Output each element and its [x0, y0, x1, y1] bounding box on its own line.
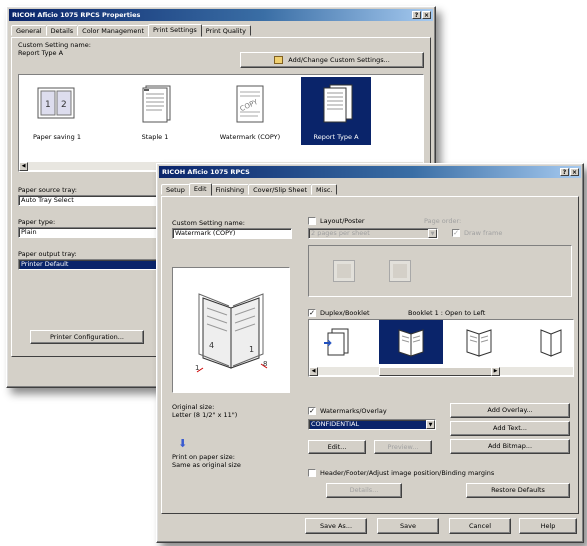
custom-setting-input[interactable]: Watermark (COPY) — [172, 228, 292, 239]
save-button[interactable]: Save — [377, 518, 439, 534]
add-overlay-button[interactable]: Add Overlay... — [450, 403, 570, 418]
draw-frame-checkbox[interactable]: ✓ — [452, 229, 460, 237]
svg-text:1: 1 — [45, 100, 51, 110]
custom-settings-list: 1 2 Paper saving 1 Staple 1 COPY Waterma… — [18, 74, 424, 172]
custom-setting-label: Custom Setting name: — [18, 41, 91, 49]
edit-title-bar[interactable]: RICOH Aficio 1075 RPCS ? × — [159, 166, 581, 178]
add-change-custom-settings-button[interactable]: Add/Change Custom Settings... — [240, 52, 424, 68]
paper-output-select[interactable]: Printer Default ▼ — [18, 259, 168, 270]
print-size-label: Print on paper size: — [172, 453, 235, 461]
save-as-button[interactable]: Save As... — [305, 518, 367, 534]
details-button[interactable]: Details... — [326, 483, 402, 498]
help-icon[interactable]: ? — [412, 11, 421, 19]
edit-settings-window: RICOH Aficio 1075 RPCS ? × Setup Edit Fi… — [156, 163, 584, 543]
horizontal-scrollbar[interactable]: ◀ ▶ — [309, 366, 573, 376]
tab-details[interactable]: Details — [45, 25, 79, 36]
preview-area: 4 1 1 8 — [172, 267, 290, 393]
icon-label: Report Type A — [313, 133, 359, 141]
edit-tabs: Setup Edit Finishing Cover/Slip Sheet Mi… — [161, 183, 338, 196]
icon-label: Staple 1 — [141, 133, 169, 141]
printer-configuration-button[interactable]: Printer Configuration... — [30, 330, 144, 344]
duplex-booklet-checkbox[interactable]: ✓ — [308, 309, 316, 317]
duplex-booklet-label: Duplex/Booklet — [320, 309, 370, 317]
paper-source-label: Paper source tray: — [18, 186, 77, 194]
paper-type-label: Paper type: — [18, 218, 56, 226]
pages-per-sheet-select[interactable]: 2 pages per sheet ▼ — [308, 228, 438, 239]
window-title: RICOH Aficio 1075 RPCS Properties — [12, 11, 141, 19]
watermarks-overlay-label: Watermarks/Overlay — [320, 407, 387, 415]
header-footer-checkbox[interactable] — [308, 469, 316, 477]
tab-general[interactable]: General — [11, 25, 47, 36]
two-up-pages-icon[interactable]: 1 2 — [33, 81, 79, 127]
watermarks-overlay-checkbox[interactable]: ✓ — [308, 407, 316, 415]
booklet-info-label: Booklet 1 : Open to Left — [408, 309, 486, 317]
tab-edit[interactable]: Edit — [188, 183, 212, 196]
booklet-open-right-icon[interactable] — [459, 322, 499, 362]
preview-button[interactable]: Preview... — [374, 440, 432, 454]
booklet-open-left-icon[interactable] — [391, 322, 431, 362]
original-size-value: Letter (8 1/2" x 11") — [172, 411, 238, 419]
booklet-variant-icon[interactable] — [531, 322, 571, 362]
layout-poster-checkbox[interactable] — [308, 217, 316, 225]
page-order-label: Page order: — [424, 217, 462, 225]
booklet-options-list: ◀ ▶ — [308, 319, 574, 377]
paper-output-label: Paper output tray: — [18, 250, 77, 258]
print-size-value: Same as original size — [172, 461, 241, 469]
tab-print-quality[interactable]: Print Quality — [200, 25, 251, 36]
cancel-button[interactable]: Cancel — [449, 518, 511, 534]
tab-print-settings[interactable]: Print Settings — [148, 24, 202, 37]
properties-tabs: General Details Color Management Print S… — [11, 24, 251, 37]
chevron-down-icon[interactable]: ▼ — [426, 420, 435, 429]
tab-setup[interactable]: Setup — [161, 184, 190, 195]
tab-cover-slip-sheet[interactable]: Cover/Slip Sheet — [248, 184, 313, 195]
duplex-icon[interactable] — [319, 322, 359, 362]
tab-finishing[interactable]: Finishing — [210, 184, 250, 195]
add-text-button[interactable]: Add Text... — [450, 421, 570, 436]
draw-frame-label: Draw frame — [464, 229, 503, 237]
scroll-left-icon[interactable]: ◀ — [309, 367, 318, 376]
edit-button[interactable]: Edit... — [308, 440, 366, 454]
page-2-icon — [389, 260, 411, 282]
scroll-left-icon[interactable]: ◀ — [19, 162, 28, 171]
help-icon[interactable]: ? — [560, 168, 569, 176]
custom-setting-value: Report Type A — [18, 49, 64, 57]
svg-text:2: 2 — [61, 100, 67, 110]
icon-label: Paper saving 1 — [33, 133, 81, 141]
stapled-pages-icon[interactable] — [133, 81, 179, 127]
help-button[interactable]: Help — [519, 518, 577, 534]
icon-label: Watermark (COPY) — [219, 133, 281, 141]
close-icon[interactable]: × — [422, 11, 431, 19]
svg-text:4: 4 — [209, 341, 214, 350]
header-footer-label: Header/Footer/Adjust image position/Bind… — [320, 469, 495, 477]
custom-setting-label: Custom Setting name: — [172, 219, 245, 227]
add-bitmap-button[interactable]: Add Bitmap... — [450, 439, 570, 454]
pencil-icon — [274, 56, 284, 64]
scroll-thumb[interactable] — [379, 367, 493, 376]
watermark-copy-icon[interactable]: COPY — [227, 81, 273, 127]
original-size-label: Original size: — [172, 403, 215, 411]
chevron-down-icon[interactable]: ▼ — [428, 229, 437, 238]
watermark-select[interactable]: CONFIDENTIAL ▼ — [308, 419, 436, 430]
svg-text:1: 1 — [249, 345, 254, 354]
paper-source-select[interactable]: Auto Tray Select — [18, 195, 168, 206]
properties-title-bar[interactable]: RICOH Aficio 1075 RPCS Properties ? × — [9, 9, 433, 21]
layout-poster-label: Layout/Poster — [320, 217, 365, 225]
booklet-preview-icon: 4 1 1 8 — [195, 293, 267, 373]
close-icon[interactable]: × — [570, 168, 579, 176]
layout-preview-box — [308, 245, 572, 297]
report-pages-icon[interactable] — [313, 81, 359, 127]
restore-defaults-button[interactable]: Restore Defaults — [466, 483, 570, 498]
edit-panel: Custom Setting name: Watermark (COPY) 4 … — [161, 196, 579, 514]
page-1-icon — [333, 260, 355, 282]
arrow-down-icon: ⬇ — [178, 437, 188, 450]
tab-misc[interactable]: Misc. — [311, 184, 338, 195]
window-title: RICOH Aficio 1075 RPCS — [162, 168, 250, 176]
paper-type-select[interactable]: Plain — [18, 227, 168, 238]
tab-color-management[interactable]: Color Management — [77, 25, 150, 36]
scroll-right-icon[interactable]: ▶ — [491, 367, 500, 376]
